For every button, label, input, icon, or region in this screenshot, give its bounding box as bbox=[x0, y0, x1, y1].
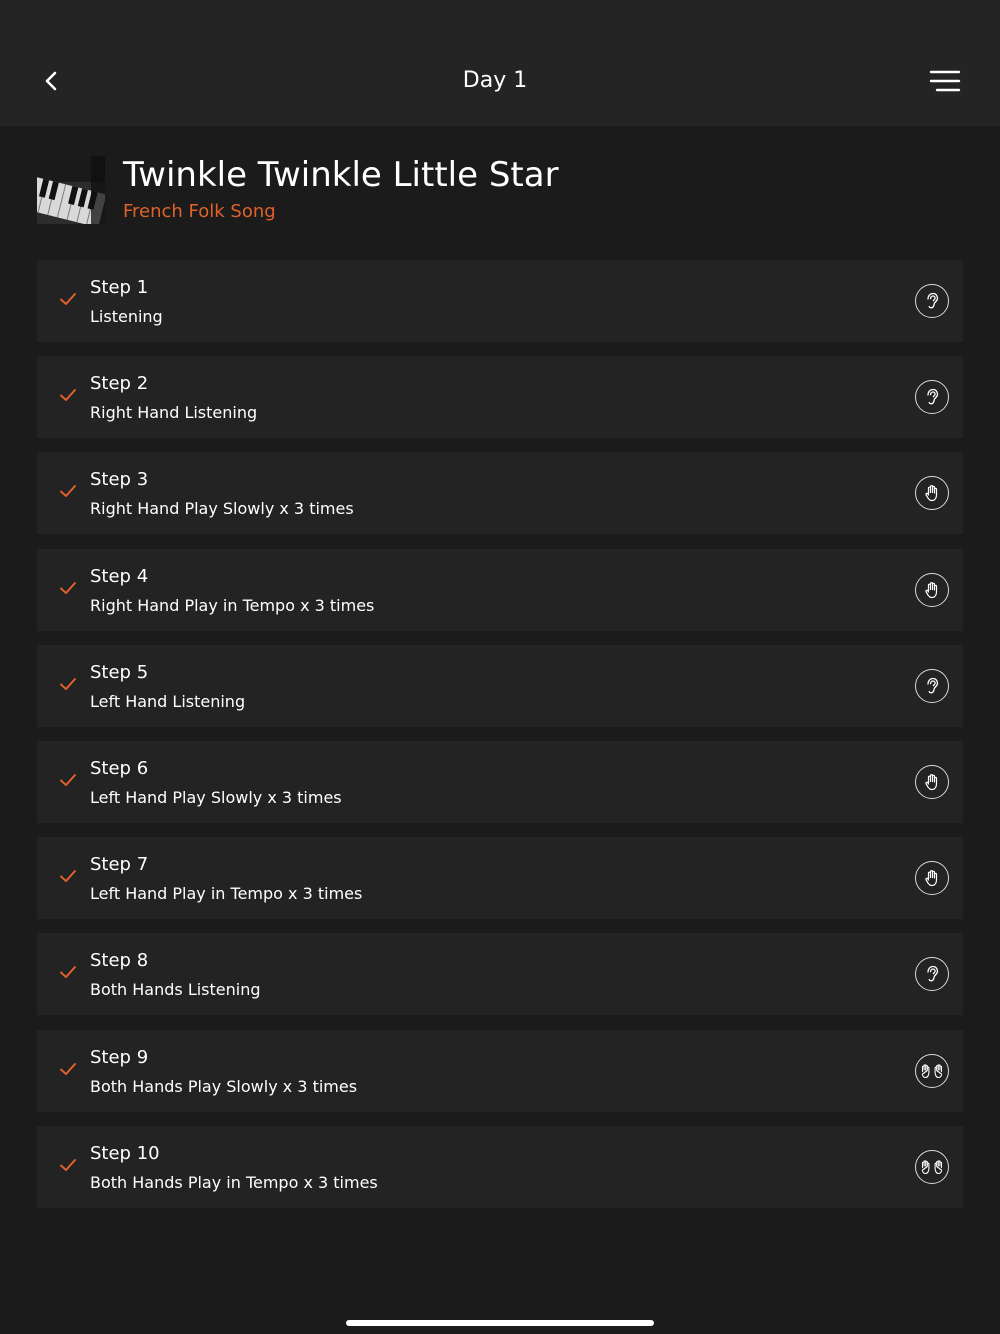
hand-icon bbox=[915, 861, 949, 896]
menu-button[interactable] bbox=[924, 60, 966, 102]
step-card[interactable]: Step 8 Both Hands Listening bbox=[37, 933, 963, 1016]
checkmark-icon bbox=[59, 1157, 77, 1173]
back-button[interactable] bbox=[30, 60, 72, 102]
checkmark-icon bbox=[59, 1061, 77, 1077]
step-description: Both Hands Listening bbox=[90, 980, 261, 1000]
song-title: Twinkle Twinkle Little Star bbox=[123, 155, 559, 195]
ear-icon bbox=[915, 957, 949, 992]
step-description: Listening bbox=[90, 307, 163, 326]
song-header: Twinkle Twinkle Little Star French Folk … bbox=[37, 155, 967, 227]
checkmark-icon bbox=[59, 387, 77, 403]
step-card[interactable]: Step 4 Right Hand Play in Tempo x 3 times bbox=[37, 548, 963, 631]
step-description: Right Hand Play Slowly x 3 times bbox=[90, 499, 354, 519]
step-card[interactable]: Step 3 Right Hand Play Slowly x 3 times bbox=[37, 452, 963, 535]
ear-icon bbox=[915, 284, 949, 318]
page-title: Day 1 bbox=[462, 68, 528, 93]
ear-icon bbox=[915, 380, 949, 415]
checkmark-icon bbox=[59, 964, 77, 980]
nav-bar: Day 1 bbox=[0, 0, 1000, 126]
checkmark-icon bbox=[59, 676, 77, 692]
checkmark-icon bbox=[59, 772, 77, 788]
step-name: Step 5 bbox=[90, 661, 149, 683]
step-card[interactable]: Step 6 Left Hand Play Slowly x 3 times bbox=[37, 740, 963, 823]
step-description: Left Hand Play Slowly x 3 times bbox=[90, 787, 342, 807]
checkmark-icon bbox=[59, 291, 77, 307]
step-card[interactable]: Step 5 Left Hand Listening bbox=[37, 644, 963, 727]
step-name: Step 2 bbox=[90, 373, 149, 395]
ear-icon bbox=[915, 668, 949, 703]
step-name: Step 3 bbox=[90, 469, 149, 491]
piano-keys-image bbox=[37, 156, 105, 224]
step-name: Step 1 bbox=[90, 277, 149, 298]
step-name: Step 9 bbox=[90, 1046, 149, 1068]
step-card[interactable]: Step 10 Both Hands Play in Tempo x 3 time… bbox=[37, 1125, 963, 1208]
checkmark-icon bbox=[59, 868, 77, 884]
hand-icon bbox=[915, 572, 949, 607]
checkmark-icon bbox=[59, 483, 77, 499]
step-description: Right Hand Listening bbox=[90, 403, 258, 423]
step-name: Step 8 bbox=[90, 950, 149, 972]
step-name: Step 10 bbox=[90, 1142, 160, 1164]
song-thumbnail bbox=[37, 156, 105, 224]
hamburger-menu-icon bbox=[929, 70, 961, 92]
step-name: Step 7 bbox=[90, 854, 149, 876]
hand-icon bbox=[915, 476, 949, 511]
hand-icon bbox=[915, 764, 949, 799]
step-card[interactable]: Step 2 Right Hand Listening bbox=[37, 356, 963, 439]
both-hands-icon bbox=[915, 1053, 949, 1088]
step-description: Left Hand Listening bbox=[90, 691, 246, 711]
step-name: Step 4 bbox=[90, 565, 149, 587]
step-description: Left Hand Play in Tempo x 3 times bbox=[90, 884, 363, 904]
step-card[interactable]: Step 7 Left Hand Play in Tempo x 3 times bbox=[37, 837, 963, 920]
step-description: Both Hands Play in Tempo x 3 times bbox=[90, 1172, 378, 1192]
step-description: Both Hands Play Slowly x 3 times bbox=[90, 1076, 358, 1096]
app-screen: Day 1 Twinkle Twinkle Little Star French… bbox=[0, 0, 1000, 1334]
step-name: Step 6 bbox=[90, 757, 149, 779]
step-description: Right Hand Play in Tempo x 3 times bbox=[90, 595, 375, 615]
step-card[interactable]: Step 1 Listening bbox=[37, 260, 963, 342]
home-indicator bbox=[346, 1320, 654, 1326]
song-artist: French Folk Song bbox=[123, 201, 276, 222]
checkmark-icon bbox=[59, 580, 77, 596]
steps-list: Step 1 Listening Step 2 Right Hand Listenin… bbox=[37, 260, 963, 1222]
chevron-left-icon bbox=[45, 71, 57, 91]
both-hands-icon bbox=[915, 1149, 949, 1184]
step-card[interactable]: Step 9 Both Hands Play Slowly x 3 times bbox=[37, 1029, 963, 1112]
